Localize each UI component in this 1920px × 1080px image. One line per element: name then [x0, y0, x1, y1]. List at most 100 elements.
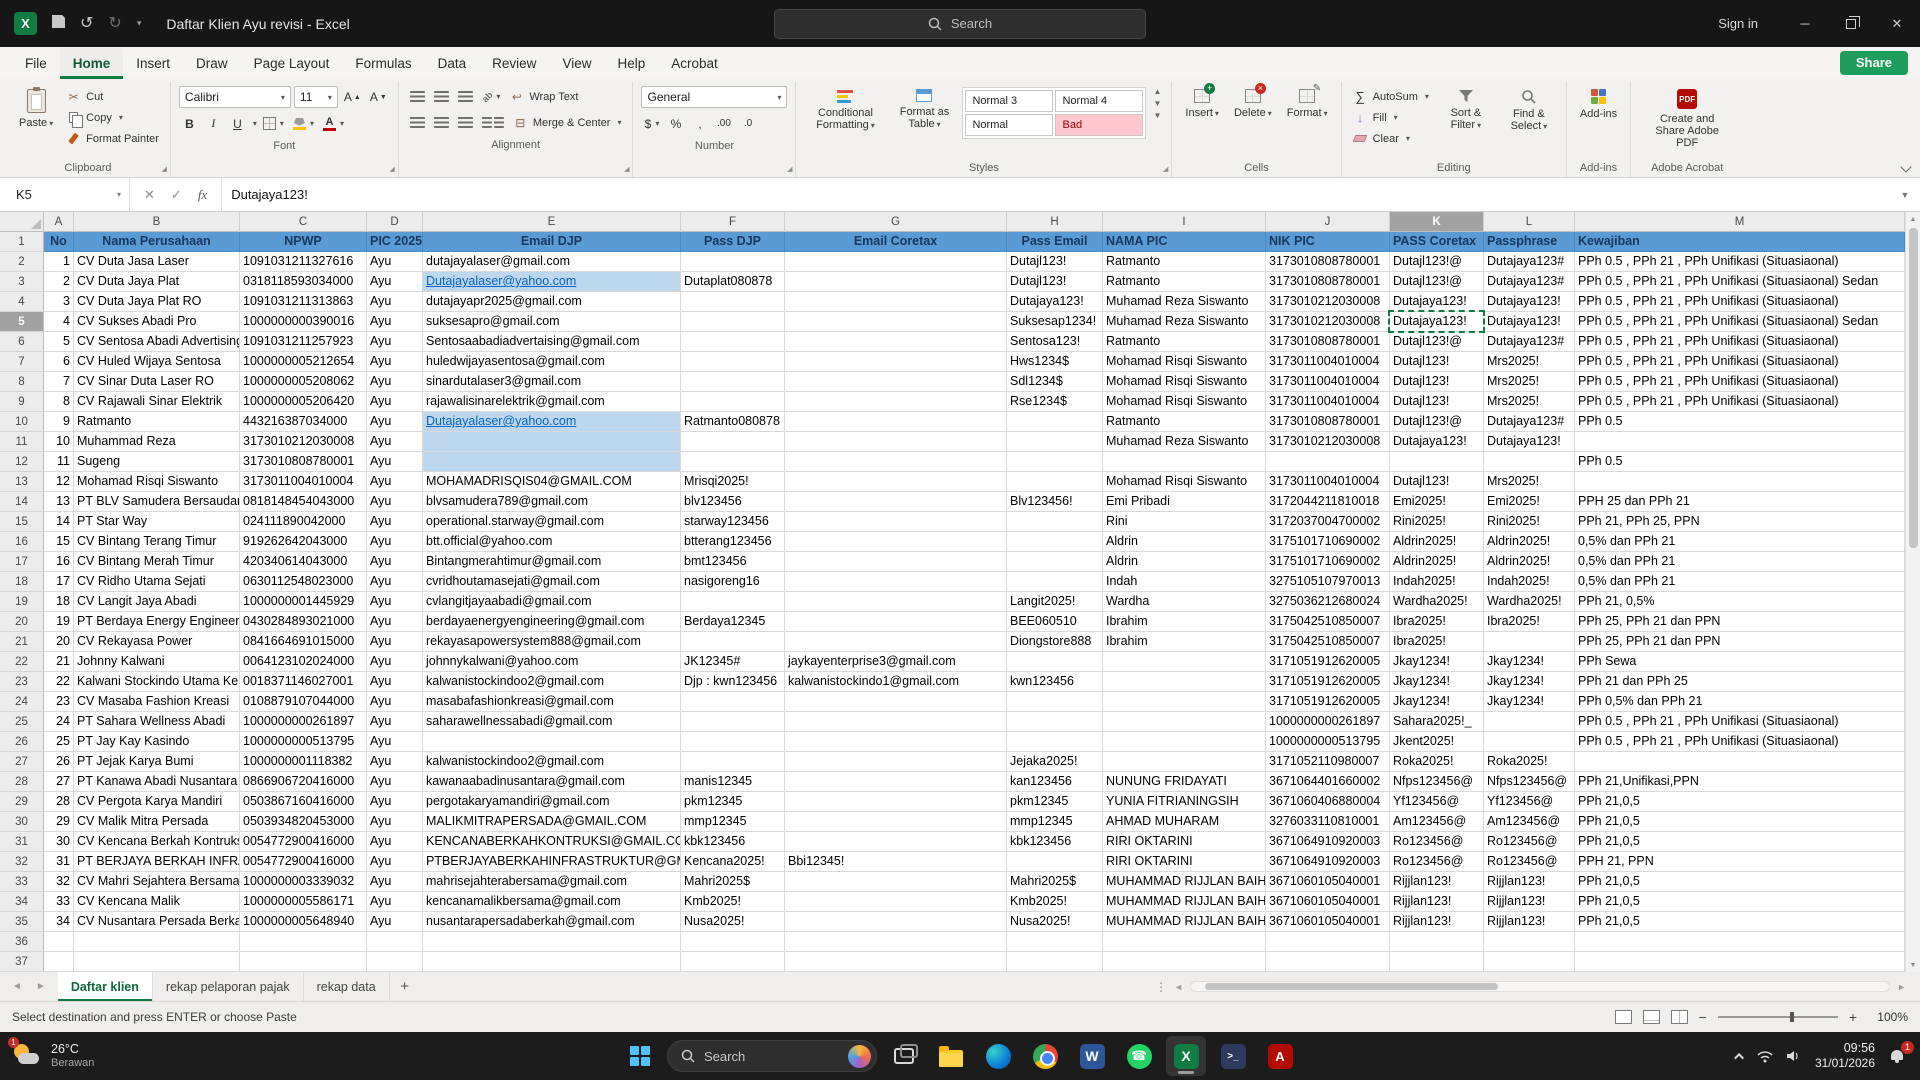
tab-splitter[interactable]: ⋮	[1155, 980, 1167, 994]
cell-E7[interactable]: huledwijayasentosa@gmail.com	[423, 352, 681, 372]
cell-I5[interactable]: Muhamad Reza Siswanto	[1103, 312, 1266, 332]
column-header-E[interactable]: E	[423, 212, 681, 232]
cell-A5[interactable]: 4	[44, 312, 74, 332]
cell-H23[interactable]: kwn123456	[1007, 672, 1103, 692]
cell-G16[interactable]	[785, 532, 1007, 552]
cell-H6[interactable]: Sentosa123!	[1007, 332, 1103, 352]
cell-I11[interactable]: Muhamad Reza Siswanto	[1103, 432, 1266, 452]
cell-A11[interactable]: 10	[44, 432, 74, 452]
cell-M22[interactable]: PPh Sewa	[1575, 652, 1905, 672]
cell-A1[interactable]: No	[44, 232, 74, 252]
cell-A28[interactable]: 27	[44, 772, 74, 792]
cell-J27[interactable]: 3171052110980007	[1266, 752, 1390, 772]
word-button[interactable]: W	[1072, 1036, 1112, 1076]
cell-H13[interactable]	[1007, 472, 1103, 492]
cell-F23[interactable]: Djp : kwn123456	[681, 672, 785, 692]
cell-I30[interactable]: AHMAD MUHARAM	[1103, 812, 1266, 832]
cell-J26[interactable]: 1000000000513795	[1266, 732, 1390, 752]
cell-A30[interactable]: 29	[44, 812, 74, 832]
zoom-in-icon[interactable]: +	[1849, 1009, 1857, 1025]
cell-F24[interactable]	[681, 692, 785, 712]
create-pdf-button[interactable]: PDF Create and Share Adobe PDF	[1639, 84, 1735, 151]
cell-G2[interactable]	[785, 252, 1007, 272]
cell-A24[interactable]: 23	[44, 692, 74, 712]
cell-L32[interactable]: Ro123456@	[1484, 852, 1575, 872]
zoom-out-icon[interactable]: −	[1699, 1009, 1707, 1025]
underline-button[interactable]: U	[227, 113, 248, 134]
increase-decimal-button[interactable]: .00	[713, 113, 734, 134]
cell-A25[interactable]: 24	[44, 712, 74, 732]
cell-B30[interactable]: CV Malik Mitra Persada	[74, 812, 240, 832]
cell-D19[interactable]: Ayu	[367, 592, 423, 612]
cell-B29[interactable]: CV Pergota Karya Mandiri	[74, 792, 240, 812]
cell-E22[interactable]: johnnykalwani@yahoo.com	[423, 652, 681, 672]
cell-C35[interactable]: 1000000005648940	[240, 912, 367, 932]
cell-M1[interactable]: Kewajiban	[1575, 232, 1905, 252]
cell-F25[interactable]	[681, 712, 785, 732]
cell-B34[interactable]: CV Kencana Malik	[74, 892, 240, 912]
cell-F31[interactable]: kbk123456	[681, 832, 785, 852]
sheet-tab-rekap-data[interactable]: rekap data	[304, 972, 390, 1001]
menu-tab-home[interactable]: Home	[59, 47, 124, 79]
cell-E25[interactable]: saharawellnessabadi@gmail.com	[423, 712, 681, 732]
cell-B6[interactable]: CV Sentosa Abadi Advertising	[74, 332, 240, 352]
cell-B33[interactable]: CV Mahri Sejahtera Bersama	[74, 872, 240, 892]
column-header-K[interactable]: K	[1390, 212, 1484, 232]
cell-I24[interactable]	[1103, 692, 1266, 712]
chrome-button[interactable]	[1025, 1036, 1065, 1076]
cell-M18[interactable]: 0,5% dan PPh 21	[1575, 572, 1905, 592]
increase-font-icon[interactable]: A ▲	[341, 87, 364, 108]
cell-G30[interactable]	[785, 812, 1007, 832]
cell-G7[interactable]	[785, 352, 1007, 372]
cell-M2[interactable]: PPh 0.5 , PPh 21 , PPh Unifikasi (Situas…	[1575, 252, 1905, 272]
cell-J2[interactable]: 3173010808780001	[1266, 252, 1390, 272]
column-header-M[interactable]: M	[1575, 212, 1905, 232]
cell-K9[interactable]: Dutajl123!	[1390, 392, 1484, 412]
column-header-B[interactable]: B	[74, 212, 240, 232]
cell-F35[interactable]: Nusa2025!	[681, 912, 785, 932]
start-button[interactable]	[620, 1036, 660, 1076]
cell-K25[interactable]: Sahara2025!_	[1390, 712, 1484, 732]
cell-E31[interactable]: KENCANABERKAHKONTRUKSI@GMAIL.COM	[423, 832, 681, 852]
cell-L7[interactable]: Mrs2025!	[1484, 352, 1575, 372]
cell-D30[interactable]: Ayu	[367, 812, 423, 832]
cell-M21[interactable]: PPh 25, PPh 21 dan PPN	[1575, 632, 1905, 652]
cell-E29[interactable]: pergotakaryamandiri@gmail.com	[423, 792, 681, 812]
cell-H12[interactable]	[1007, 452, 1103, 472]
cell-G19[interactable]	[785, 592, 1007, 612]
cell-K13[interactable]: Dutajl123!	[1390, 472, 1484, 492]
cell-A2[interactable]: 1	[44, 252, 74, 272]
sort-filter-button[interactable]: Sort & Filter ▾	[1437, 84, 1495, 134]
row-header-26[interactable]: 26	[0, 732, 44, 752]
cell-E13[interactable]: MOHAMADRISQIS04@GMAIL.COM	[423, 472, 681, 492]
cell-C14[interactable]: 0818148454043000	[240, 492, 367, 512]
cell-D21[interactable]: Ayu	[367, 632, 423, 652]
row-header-15[interactable]: 15	[0, 512, 44, 532]
cell-M23[interactable]: PPh 21 dan PPh 25	[1575, 672, 1905, 692]
cell-K1[interactable]: PASS Coretax	[1390, 232, 1484, 252]
cell-F2[interactable]	[681, 252, 785, 272]
cell-I19[interactable]: Wardha	[1103, 592, 1266, 612]
cell-H20[interactable]: BEE060510	[1007, 612, 1103, 632]
addins-button[interactable]: Add-ins	[1575, 84, 1622, 122]
cell-J10[interactable]: 3173010808780001	[1266, 412, 1390, 432]
sheet-tab-daftar-klien[interactable]: Daftar klien	[57, 972, 153, 1001]
cell-H18[interactable]	[1007, 572, 1103, 592]
cell-J20[interactable]: 3175042510850007	[1266, 612, 1390, 632]
cell-J30[interactable]: 3276033110810001	[1266, 812, 1390, 832]
cell-I14[interactable]: Emi Pribadi	[1103, 492, 1266, 512]
cell-C5[interactable]: 1000000000390016	[240, 312, 367, 332]
cell-E14[interactable]: blvsamudera789@gmail.com	[423, 492, 681, 512]
cell-H8[interactable]: Sdl1234$	[1007, 372, 1103, 392]
cell-K12[interactable]	[1390, 452, 1484, 472]
page-break-view-icon[interactable]	[1670, 1010, 1688, 1024]
cell-G28[interactable]	[785, 772, 1007, 792]
cell-C18[interactable]: 0630112548023000	[240, 572, 367, 592]
cell-A34[interactable]: 33	[44, 892, 74, 912]
cell-L13[interactable]: Mrs2025!	[1484, 472, 1575, 492]
notification-bell-button[interactable]: 1	[1888, 1041, 1914, 1064]
cell-I15[interactable]: Rini	[1103, 512, 1266, 532]
cell-M33[interactable]: PPh 21,0,5	[1575, 872, 1905, 892]
cell-A17[interactable]: 16	[44, 552, 74, 572]
cell-A27[interactable]: 26	[44, 752, 74, 772]
